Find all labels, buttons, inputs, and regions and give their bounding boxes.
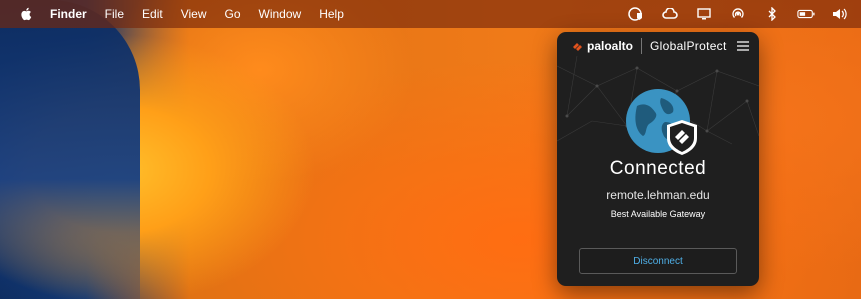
creative-cloud-icon[interactable] [661,6,679,22]
connection-status: Connected [609,158,707,179]
gateway-label: Best Available Gateway [610,209,706,219]
brand-name: paloalto [587,39,634,53]
panel-header: paloalto GlobalProtect [557,32,759,60]
product-name: GlobalProtect [650,39,727,53]
paloalto-logo: paloalto [571,39,633,53]
apple-icon[interactable] [20,7,32,21]
menu-bar: Finder File Edit View Go Window Help [0,0,861,28]
menu-window[interactable]: Window [259,7,302,21]
airplay-icon[interactable] [729,6,747,22]
menu-icon[interactable] [737,41,749,51]
volume-icon[interactable] [831,6,849,22]
paloalto-mark-icon [573,43,582,51]
globalprotect-panel: paloalto GlobalProtect Connected remote.… [557,32,759,286]
menu-file[interactable]: File [105,7,124,21]
menu-edit[interactable]: Edit [142,7,163,21]
shield-badge-icon [667,120,697,155]
menu-view[interactable]: View [181,7,207,21]
menu-app-name[interactable]: Finder [50,7,87,21]
menu-help[interactable]: Help [319,7,344,21]
menu-go[interactable]: Go [225,7,241,21]
portal-address: remote.lehman.edu [606,188,710,202]
header-divider [641,38,643,54]
battery-icon[interactable] [797,6,815,22]
display-icon[interactable] [695,6,713,22]
bluetooth-icon[interactable] [763,6,781,22]
globalprotect-icon[interactable] [627,6,645,22]
disconnect-button[interactable]: Disconnect [579,248,737,274]
